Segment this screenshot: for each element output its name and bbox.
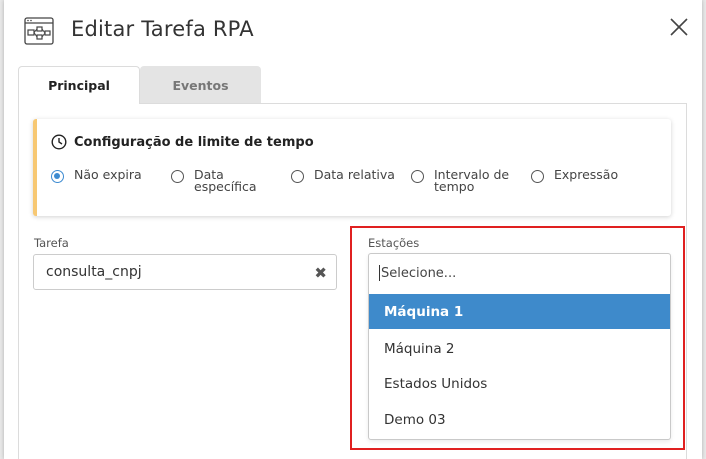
tab-principal[interactable]: Principal <box>18 66 140 104</box>
workflow-icon <box>24 17 54 45</box>
time-limit-card: Configuração de limite de tempo Não expi… <box>33 119 671 216</box>
radio-data-especifica[interactable]: Data específica <box>171 167 266 194</box>
radio-button[interactable] <box>171 170 184 183</box>
radio-label-data-especifica: Data específica <box>194 167 257 194</box>
tarefa-value: consulta_cnpj <box>46 264 142 280</box>
radio-label-nao-expira: Não expira <box>74 167 142 182</box>
edit-rpa-task-dialog: Editar Tarefa RPA Principal Eventos Conf… <box>4 0 702 459</box>
time-limit-header: Configuração de limite de tempo <box>51 134 314 150</box>
clock-icon <box>51 134 67 150</box>
radio-data-relativa[interactable]: Data relativa <box>291 167 410 183</box>
radio-nao-expira[interactable]: Não expira <box>51 167 150 183</box>
radio-intervalo-de-tempo[interactable]: Intervalo de tempo <box>411 167 518 194</box>
tarefa-input[interactable]: consulta_cnpj ✖ <box>33 254 337 290</box>
dialog-header: Editar Tarefa RPA <box>4 0 702 62</box>
clear-icon[interactable]: ✖ <box>314 264 327 282</box>
radio-button[interactable] <box>411 170 424 183</box>
radio-expressao[interactable]: Expressão <box>531 167 644 183</box>
tarefa-label: Tarefa <box>34 236 69 250</box>
time-limit-title: Configuração de limite de tempo <box>74 134 314 150</box>
close-icon[interactable] <box>668 16 690 38</box>
radio-label-data-relativa: Data relativa <box>314 167 395 182</box>
tab-eventos[interactable]: Eventos <box>140 66 261 104</box>
annotation-highlight-box <box>350 226 685 450</box>
radio-button[interactable] <box>531 170 544 183</box>
radio-label-expressao: Expressão <box>554 167 619 182</box>
radio-label-intervalo-de-tempo: Intervalo de tempo <box>434 167 510 194</box>
radio-button-checked[interactable] <box>51 170 64 183</box>
dialog-title: Editar Tarefa RPA <box>71 17 254 41</box>
radio-button[interactable] <box>291 170 304 183</box>
